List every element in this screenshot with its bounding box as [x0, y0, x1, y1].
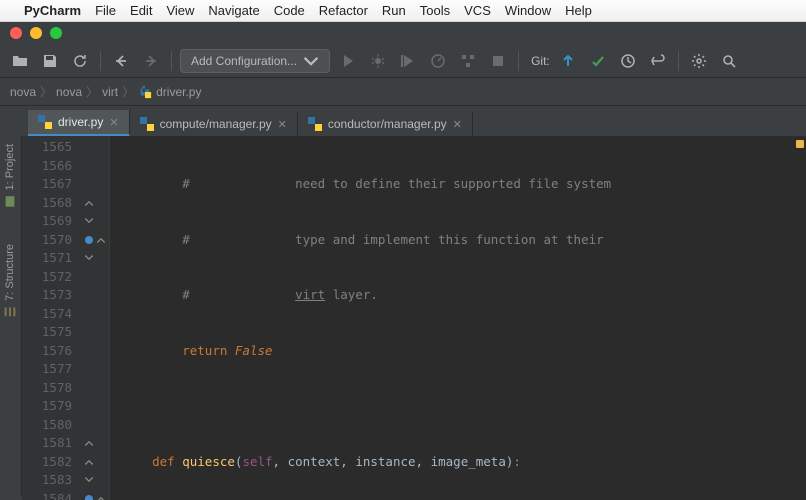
python-file-icon [140, 117, 154, 131]
menu-vcs[interactable]: VCS [464, 3, 491, 18]
window-titlebar [0, 22, 806, 44]
debug-icon[interactable] [366, 49, 390, 73]
code-editor[interactable]: 1565156615671568156915701571157215731574… [22, 136, 806, 500]
menu-edit[interactable]: Edit [130, 3, 152, 18]
run-configuration-dropdown[interactable]: Add Configuration... [180, 49, 330, 73]
tab-label: driver.py [58, 115, 103, 129]
menu-view[interactable]: View [166, 3, 194, 18]
chevron-down-icon [303, 53, 319, 69]
tab-label: compute/manager.py [160, 117, 272, 131]
vcs-history-icon[interactable] [616, 49, 640, 73]
coverage-icon[interactable] [396, 49, 420, 73]
python-file-icon [38, 115, 52, 129]
minimize-window-icon[interactable] [30, 27, 42, 39]
fold-handle-icon [84, 475, 94, 485]
tab-driver[interactable]: driver.py ✕ [28, 110, 130, 136]
close-icon[interactable]: ✕ [109, 116, 118, 129]
vcs-commit-icon[interactable] [586, 49, 610, 73]
app-name[interactable]: PyCharm [24, 3, 81, 18]
menu-help[interactable]: Help [565, 3, 592, 18]
tab-label: conductor/manager.py [328, 117, 447, 131]
tab-compute-manager[interactable]: compute/manager.py ✕ [130, 112, 298, 136]
code-area[interactable]: # need to define their supported file sy… [110, 136, 806, 500]
breadcrumb-seg-2[interactable]: virt [102, 85, 118, 99]
run-icon[interactable] [336, 49, 360, 73]
line-number-gutter: 1565156615671568156915701571157215731574… [22, 136, 80, 500]
menu-run[interactable]: Run [382, 3, 406, 18]
menu-refactor[interactable]: Refactor [319, 3, 368, 18]
breadcrumb-seg-0[interactable]: nova [10, 85, 36, 99]
inspection-warning-marker[interactable] [796, 140, 804, 148]
menu-tools[interactable]: Tools [420, 3, 450, 18]
fold-handle-icon [84, 216, 94, 226]
close-icon[interactable]: ✕ [453, 118, 462, 131]
project-icon [3, 194, 17, 208]
concurrency-icon[interactable] [456, 49, 480, 73]
breadcrumb-file[interactable]: driver.py [156, 85, 201, 99]
tab-conductor-manager[interactable]: conductor/manager.py ✕ [298, 112, 473, 136]
stop-icon[interactable] [486, 49, 510, 73]
tool-structure[interactable]: 7: Structure [0, 236, 20, 327]
structure-icon [3, 305, 17, 319]
main-toolbar: Add Configuration... Git: [0, 44, 806, 78]
tool-project[interactable]: 1: Project [0, 136, 20, 216]
profile-icon[interactable] [426, 49, 450, 73]
fold-handle-icon [84, 253, 94, 263]
settings-icon[interactable] [687, 49, 711, 73]
forward-icon[interactable] [139, 49, 163, 73]
menu-window[interactable]: Window [505, 3, 551, 18]
breadcrumb: nova 〉 nova 〉 virt 〉 driver.py [0, 78, 806, 106]
menu-code[interactable]: Code [274, 3, 305, 18]
refresh-icon[interactable] [68, 49, 92, 73]
run-config-label: Add Configuration... [191, 54, 297, 68]
left-tool-window-bar: 1: Project 7: Structure [0, 136, 22, 496]
override-gutter-icon [84, 494, 94, 500]
python-file-icon [308, 117, 322, 131]
fold-handle-icon [84, 457, 94, 467]
menu-navigate[interactable]: Navigate [208, 3, 259, 18]
save-icon[interactable] [38, 49, 62, 73]
mac-menubar: PyCharm File Edit View Navigate Code Ref… [0, 0, 806, 22]
fold-handle-icon [84, 438, 94, 448]
vcs-revert-icon[interactable] [646, 49, 670, 73]
chevron-right-icon: 〉 [40, 83, 52, 100]
close-window-icon[interactable] [10, 27, 22, 39]
override-gutter-icon [84, 235, 94, 245]
python-file-icon [138, 85, 152, 99]
open-icon[interactable] [8, 49, 32, 73]
menu-file[interactable]: File [95, 3, 116, 18]
back-icon[interactable] [109, 49, 133, 73]
fold-handle-icon [84, 198, 94, 208]
git-label: Git: [531, 54, 550, 68]
gutter-marks [80, 136, 110, 500]
breadcrumb-seg-1[interactable]: nova [56, 85, 82, 99]
vcs-update-icon[interactable] [556, 49, 580, 73]
close-icon[interactable]: ✕ [278, 118, 287, 131]
search-icon[interactable] [717, 49, 741, 73]
chevron-right-icon: 〉 [122, 83, 134, 100]
zoom-window-icon[interactable] [50, 27, 62, 39]
editor-tabs: driver.py ✕ compute/manager.py ✕ conduct… [0, 106, 806, 136]
chevron-right-icon: 〉 [86, 83, 98, 100]
